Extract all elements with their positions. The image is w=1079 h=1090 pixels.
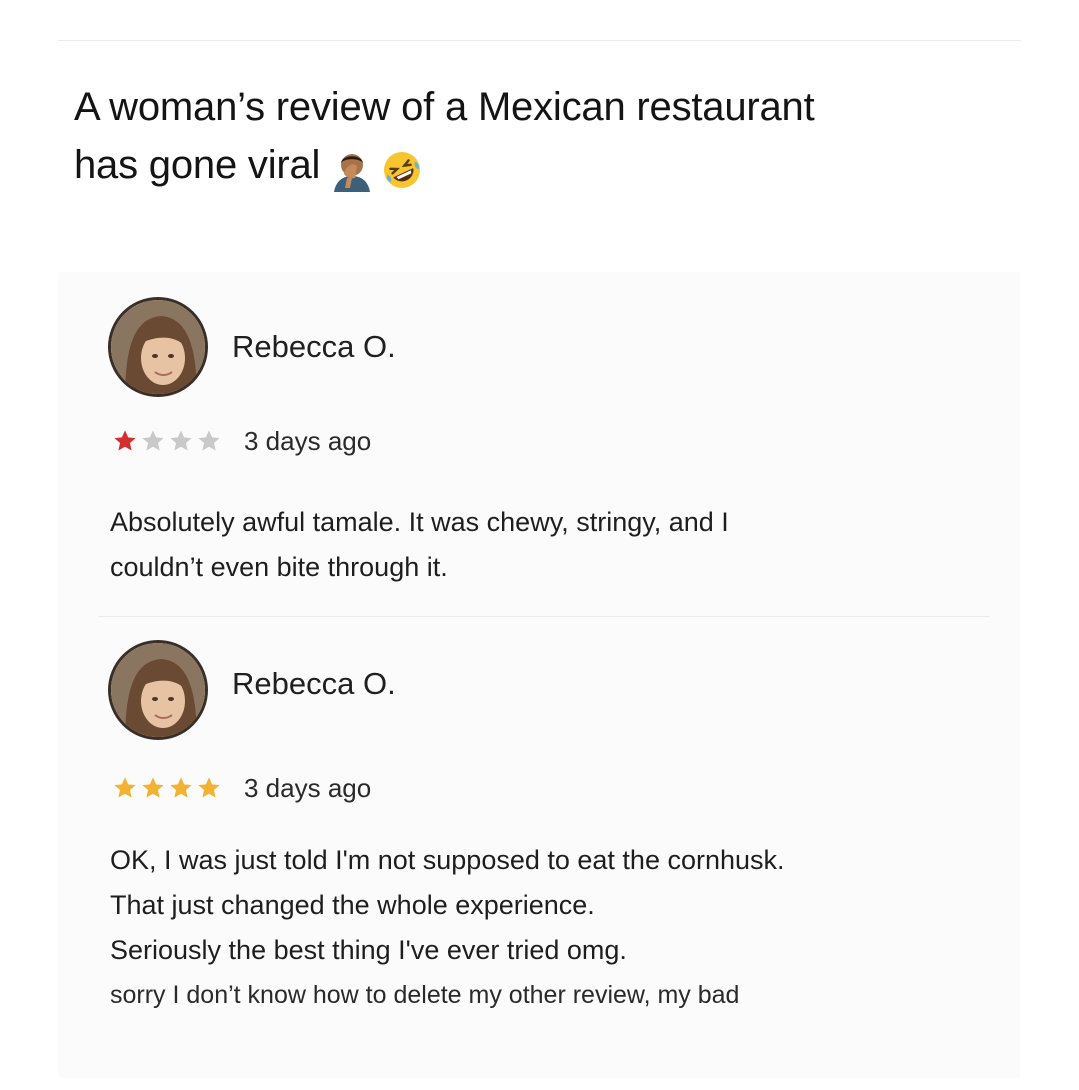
empty-star-icon (170, 430, 192, 451)
reviewer-name[interactable]: Rebecca O. (232, 666, 396, 702)
avatar[interactable] (108, 640, 208, 740)
review-line: couldn’t even bite through it. (110, 552, 448, 582)
rating-row: 3 days ago (112, 773, 371, 803)
filled-star-icon (142, 777, 164, 798)
filled-star-icon (114, 430, 136, 451)
review-line: OK, I was just told I'm not supposed to … (110, 845, 785, 875)
review-line: Absolutely awful tamale. It was chewy, s… (110, 507, 729, 537)
top-divider (58, 40, 1021, 41)
filled-star-icon (198, 777, 220, 798)
star-rating (112, 428, 224, 454)
headline-line-2: has gone viral (74, 143, 321, 187)
review-line: Seriously the best thing I've ever tried… (110, 935, 627, 965)
reviewer-photo (111, 643, 205, 737)
rating-row: 3 days ago (112, 426, 371, 456)
review-card: Rebecca O. 3 days ago Absolutely awful t… (58, 272, 1020, 616)
rolling-on-floor-laughing-icon (384, 151, 421, 188)
review-date: 3 days ago (244, 425, 372, 456)
headline-emojis (330, 138, 430, 196)
review-card: Rebecca O. 3 days ago OK, I was just tol… (58, 618, 1020, 1078)
review-line: That just changed the whole experience. (110, 890, 595, 920)
review-date: 3 days ago (244, 772, 372, 803)
man-facepalming-icon (334, 153, 371, 192)
review-line: sorry I don’t know how to delete my othe… (110, 981, 740, 1009)
headline-line-1: A woman’s review of a Mexican restaurant (74, 85, 815, 129)
filled-star-icon (170, 777, 192, 798)
review-divider (98, 616, 990, 617)
review-screenshot: Rebecca O. 3 days ago Absolutely awful t… (58, 272, 1020, 1078)
reviewer-photo (111, 300, 205, 394)
filled-star-icon (114, 777, 136, 798)
empty-star-icon (142, 430, 164, 451)
star-rating (112, 775, 224, 801)
post-headline: A woman’s review of a Mexican restaurant… (74, 78, 1034, 196)
review-text: OK, I was just told I'm not supposed to … (110, 838, 1010, 1018)
reviewer-name[interactable]: Rebecca O. (232, 329, 396, 365)
empty-star-icon (198, 430, 220, 451)
review-text: Absolutely awful tamale. It was chewy, s… (110, 500, 1010, 590)
avatar[interactable] (108, 297, 208, 397)
